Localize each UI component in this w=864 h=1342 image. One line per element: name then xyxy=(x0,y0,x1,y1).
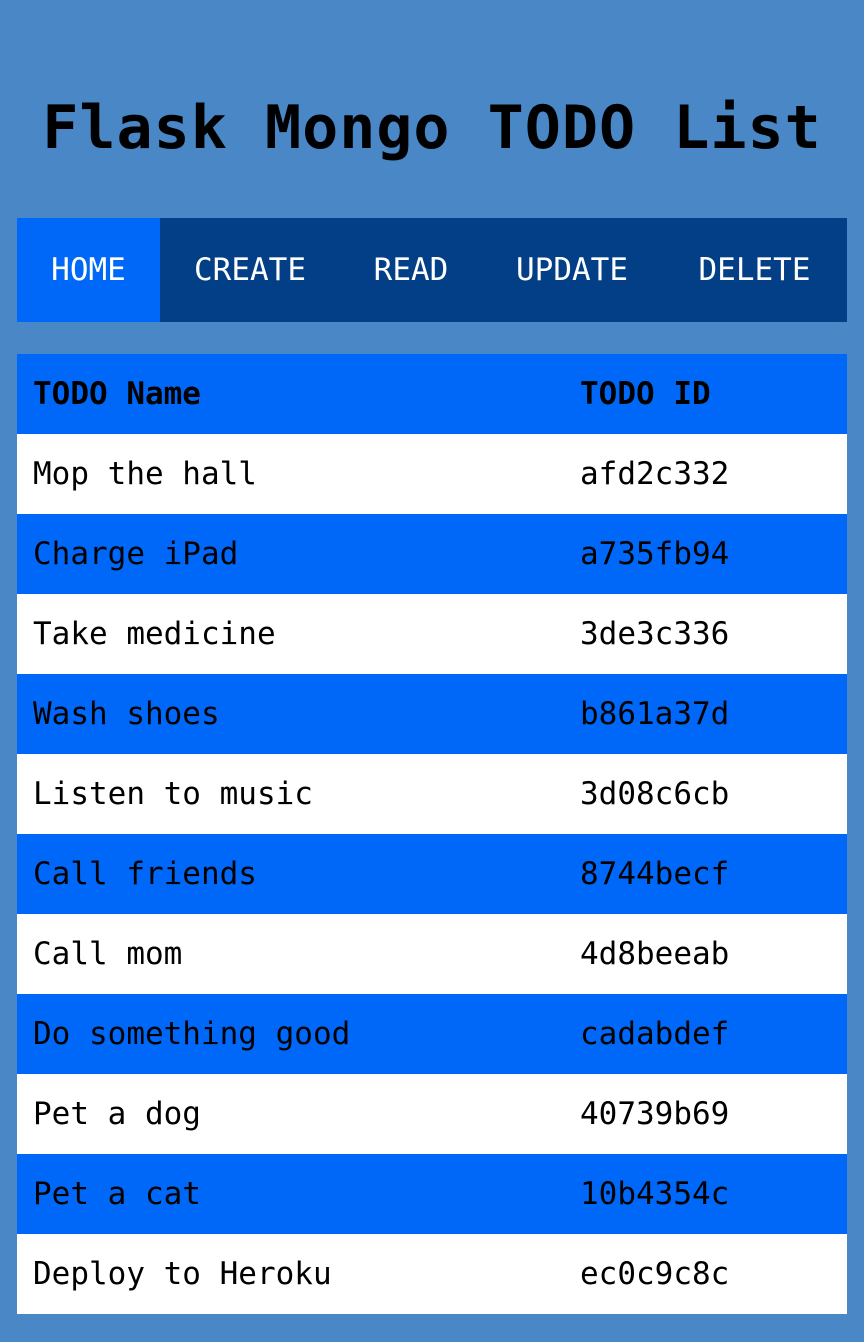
todo-id-cell: b861a37d xyxy=(580,696,730,732)
column-header-todo-id: TODO ID xyxy=(580,376,711,412)
todo-name-cell: Do something good xyxy=(33,1016,351,1052)
todo-id-cell: afd2c332 xyxy=(580,456,730,492)
todo-id-cell: 40739b69 xyxy=(580,1096,730,1132)
todo-name-cell: Call mom xyxy=(33,936,183,972)
todo-id-cell: 8744becf xyxy=(580,856,730,892)
todo-id-cell: 4d8beeab xyxy=(580,936,730,972)
todo-name-cell: Wash shoes xyxy=(33,696,220,732)
todo-table: TODO Name TODO ID Mop the hall afd2c332 … xyxy=(17,354,847,1314)
column-header-todo-name: TODO Name xyxy=(33,376,201,412)
table-row: Charge iPad a735fb94 xyxy=(17,514,847,594)
table-row: Pet a cat 10b4354c xyxy=(17,1154,847,1234)
table-row: Call mom 4d8beeab xyxy=(17,914,847,994)
nav-home[interactable]: HOME xyxy=(17,218,160,322)
todo-id-cell: 10b4354c xyxy=(580,1176,730,1212)
todo-id-cell: ec0c9c8c xyxy=(580,1256,730,1292)
todo-name-cell: Deploy to Heroku xyxy=(33,1256,332,1292)
table-row: Wash shoes b861a37d xyxy=(17,674,847,754)
todo-name-cell: Mop the hall xyxy=(33,456,257,492)
table-row: Do something good cadabdef xyxy=(17,994,847,1074)
todo-id-cell: a735fb94 xyxy=(580,536,730,572)
todo-name-cell: Take medicine xyxy=(33,616,276,652)
top-nav: HOME CREATE READ UPDATE DELETE xyxy=(17,218,847,322)
todo-name-cell: Listen to music xyxy=(33,776,313,812)
table-row: Take medicine 3de3c336 xyxy=(17,594,847,674)
todo-name-cell: Pet a dog xyxy=(33,1096,201,1132)
todo-id-cell: 3de3c336 xyxy=(580,616,730,652)
todo-id-cell: 3d08c6cb xyxy=(580,776,730,812)
nav-update[interactable]: UPDATE xyxy=(482,218,662,322)
table-row: Mop the hall afd2c332 xyxy=(17,434,847,514)
table-row: Call friends 8744becf xyxy=(17,834,847,914)
nav-read[interactable]: READ xyxy=(340,218,482,322)
table-row: Listen to music 3d08c6cb xyxy=(17,754,847,834)
nav-delete[interactable]: DELETE xyxy=(662,218,847,322)
todo-id-cell: cadabdef xyxy=(580,1016,730,1052)
todo-name-cell: Pet a cat xyxy=(33,1176,201,1212)
table-row: Deploy to Heroku ec0c9c8c xyxy=(17,1234,847,1314)
todo-name-cell: Charge iPad xyxy=(33,536,239,572)
nav-create[interactable]: CREATE xyxy=(160,218,340,322)
table-header-row: TODO Name TODO ID xyxy=(17,354,847,434)
page-title: Flask Mongo TODO List xyxy=(42,93,822,163)
table-row: Pet a dog 40739b69 xyxy=(17,1074,847,1154)
todo-name-cell: Call friends xyxy=(33,856,257,892)
